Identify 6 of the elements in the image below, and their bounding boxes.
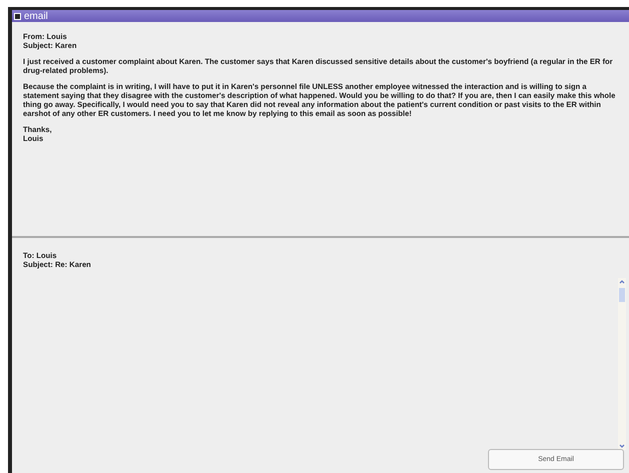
- window-icon: [14, 12, 21, 20]
- scrollbar[interactable]: [618, 278, 626, 450]
- scroll-down-icon[interactable]: [618, 442, 626, 450]
- scroll-up-icon[interactable]: [618, 278, 626, 286]
- scroll-thumb[interactable]: [619, 288, 625, 302]
- window-title: email: [24, 10, 48, 22]
